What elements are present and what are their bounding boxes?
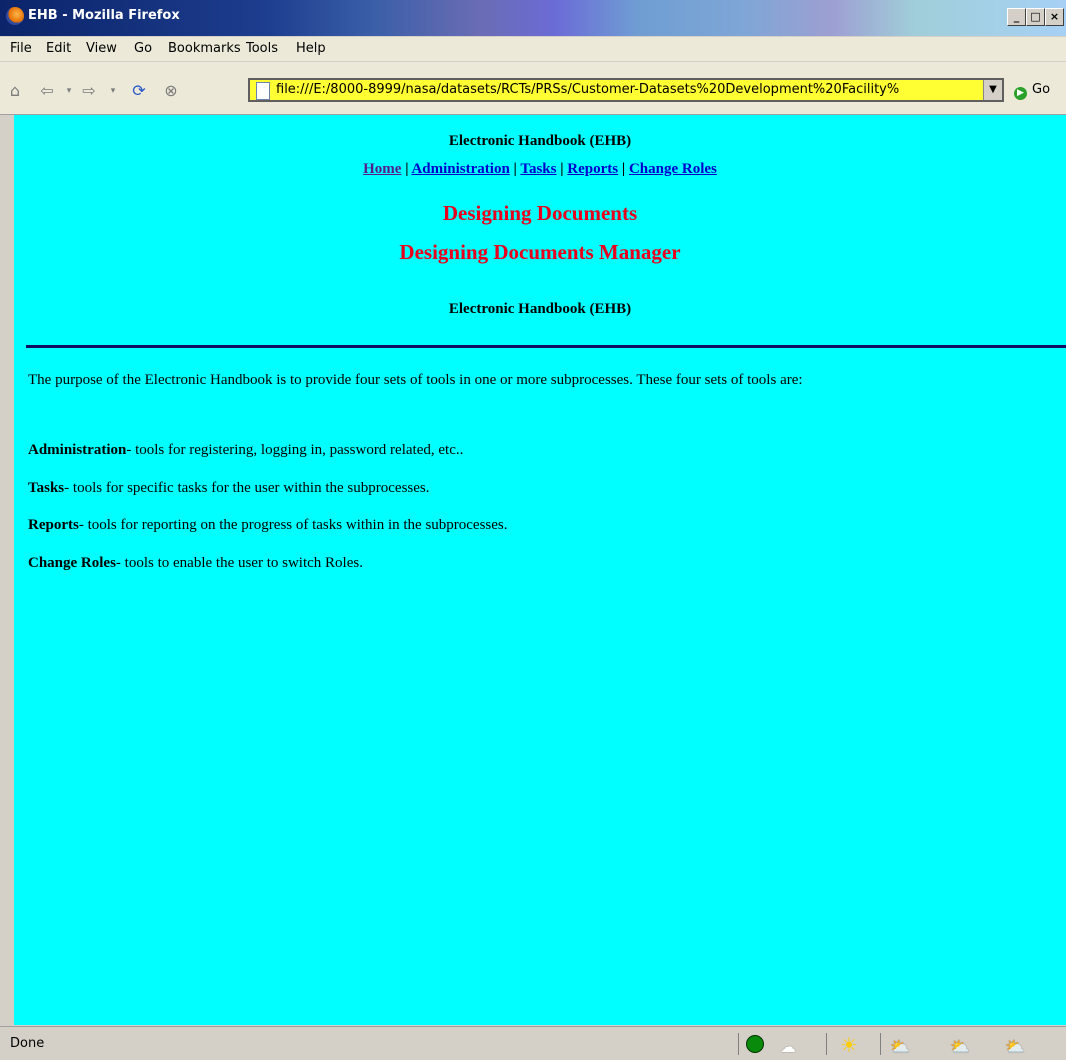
back-dropdown-icon[interactable]: ▾ [60,82,78,100]
menu-bar: File Edit View Go Bookmarks Tools Help [0,37,1066,61]
navigation-toolbar: ⌂ ⇦ ▾ ⇨ ▾ ⟳ ⊗ file:///E:/8000-8999/nasa/… [0,62,1066,115]
cloud-icon: ☁ [780,1037,796,1056]
divider [26,345,1066,348]
url-dropdown-icon[interactable]: ▼ [983,80,1002,100]
window-title: EHB - Mozilla Firefox [28,8,180,23]
item-desc: - tools for reporting on the progress of… [78,517,508,533]
back-icon[interactable]: ⇦ [38,82,56,100]
item-desc: - tools for registering, logging in, pas… [126,442,464,458]
status-divider [826,1033,827,1055]
minimize-button[interactable]: _ [1007,8,1026,26]
page-subtitle: Designing Documents Manager [399,240,681,264]
go-icon: ▶ [1014,87,1027,100]
close-button[interactable]: × [1045,8,1064,26]
connection-status-icon [746,1035,764,1053]
menu-help[interactable]: Help [296,41,326,56]
sun-icon: ☀ [840,1033,858,1057]
partly-cloudy-icon: ⛅ [890,1037,910,1056]
left-frame-border [0,115,14,1025]
menu-edit[interactable]: Edit [46,41,71,56]
item-change-roles: Change Roles- tools to enable the user t… [28,554,908,573]
go-label: Go [1032,82,1051,97]
reload-icon[interactable]: ⟳ [130,82,148,100]
item-term: Reports [28,517,79,533]
page-header-secondary: Electronic Handbook (EHB) [448,301,632,317]
item-term: Tasks [28,480,65,496]
menu-bookmarks[interactable]: Bookmarks [168,41,241,56]
menu-file[interactable]: File [10,41,32,56]
nav-tasks-link[interactable]: Tasks [520,161,556,177]
item-reports: Reports- tools for reporting on the prog… [28,516,908,535]
status-divider [880,1033,881,1055]
partly-cloudy-icon: ⛅ [950,1037,970,1056]
stop-icon[interactable]: ⊗ [162,82,180,100]
nav-reports-link[interactable]: Reports [567,161,618,177]
page-title: Designing Documents [442,201,638,225]
status-bar: Done ☁ ☀ ⛅ ⛅ ⛅ [0,1026,1066,1060]
page-header: Electronic Handbook (EHB) [448,133,632,149]
page-nav: Home | Administration | Tasks | Reports … [363,161,717,177]
title-bar: EHB - Mozilla Firefox _ □ × [0,0,1066,36]
go-button[interactable]: ▶ Go [1014,82,1050,100]
nav-home-link[interactable]: Home [363,161,401,177]
nav-change-roles-link[interactable]: Change Roles [629,161,717,177]
nav-administration-link[interactable]: Administration [411,161,509,177]
status-text: Done [10,1036,45,1051]
forward-icon[interactable]: ⇨ [80,82,98,100]
page-content: Electronic Handbook (EHB) Home | Adminis… [14,115,1066,1025]
intro-text: The purpose of the Electronic Handbook i… [28,372,803,388]
item-term: Change Roles [28,555,116,571]
menu-view[interactable]: View [86,41,117,56]
item-tasks: Tasks- tools for specific tasks for the … [28,479,908,498]
item-term: Administration [28,442,127,458]
menu-tools[interactable]: Tools [246,41,278,56]
url-text: file:///E:/8000-8999/nasa/datasets/RCTs/… [276,82,900,97]
browser-window: EHB - Mozilla Firefox _ □ × File Edit Vi… [0,0,1066,1060]
item-desc: - tools for specific tasks for the user … [64,480,430,496]
page-icon [256,82,270,100]
maximize-button[interactable]: □ [1026,8,1045,26]
url-bar[interactable]: file:///E:/8000-8999/nasa/datasets/RCTs/… [248,78,1004,102]
forward-dropdown-icon[interactable]: ▾ [104,82,122,100]
status-divider [738,1033,739,1055]
partly-cloudy-icon: ⛅ [1005,1037,1025,1056]
firefox-icon [6,7,24,25]
home-icon[interactable]: ⌂ [6,82,24,100]
item-desc: - tools to enable the user to switch Rol… [115,555,363,571]
menu-go[interactable]: Go [134,41,152,56]
item-administration: Administration- tools for registering, l… [28,441,908,460]
